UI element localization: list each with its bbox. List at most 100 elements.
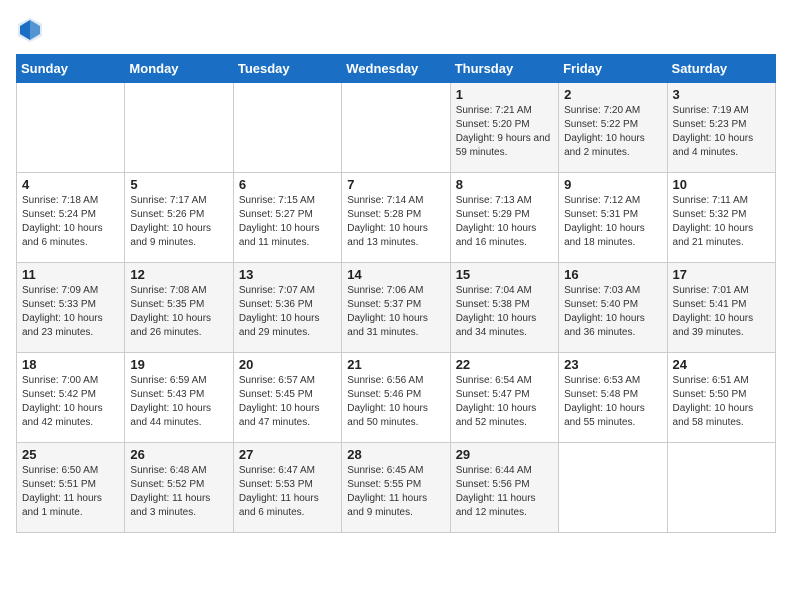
day-info: Sunrise: 7:20 AM Sunset: 5:22 PM Dayligh… bbox=[564, 104, 661, 160]
day-number: 7 bbox=[347, 177, 444, 192]
day-info: Sunrise: 7:07 AM Sunset: 5:36 PM Dayligh… bbox=[239, 284, 336, 340]
calendar-cell: 17 Sunrise: 7:01 AM Sunset: 5:41 PM Dayli… bbox=[667, 263, 775, 353]
day-number: 15 bbox=[456, 267, 553, 282]
day-number: 22 bbox=[456, 357, 553, 372]
calendar-cell: 7 Sunrise: 7:14 AM Sunset: 5:28 PM Daylig… bbox=[342, 173, 450, 263]
day-number: 16 bbox=[564, 267, 661, 282]
day-number: 25 bbox=[22, 447, 119, 462]
weekday-header-friday: Friday bbox=[559, 55, 667, 83]
day-info: Sunrise: 6:47 AM Sunset: 5:53 PM Dayligh… bbox=[239, 464, 336, 520]
calendar-cell: 15 Sunrise: 7:04 AM Sunset: 5:38 PM Dayli… bbox=[450, 263, 558, 353]
calendar-cell: 18 Sunrise: 7:00 AM Sunset: 5:42 PM Dayli… bbox=[17, 353, 125, 443]
day-info: Sunrise: 6:54 AM Sunset: 5:47 PM Dayligh… bbox=[456, 374, 553, 430]
weekday-header-wednesday: Wednesday bbox=[342, 55, 450, 83]
weekday-header-saturday: Saturday bbox=[667, 55, 775, 83]
day-number: 19 bbox=[130, 357, 227, 372]
calendar-week-2: 4 Sunrise: 7:18 AM Sunset: 5:24 PM Daylig… bbox=[17, 173, 776, 263]
day-info: Sunrise: 7:11 AM Sunset: 5:32 PM Dayligh… bbox=[673, 194, 770, 250]
calendar-cell: 2 Sunrise: 7:20 AM Sunset: 5:22 PM Daylig… bbox=[559, 83, 667, 173]
calendar-cell: 27 Sunrise: 6:47 AM Sunset: 5:53 PM Dayli… bbox=[233, 443, 341, 533]
calendar-cell bbox=[125, 83, 233, 173]
logo-icon bbox=[16, 16, 44, 44]
calendar-cell: 8 Sunrise: 7:13 AM Sunset: 5:29 PM Daylig… bbox=[450, 173, 558, 263]
day-number: 4 bbox=[22, 177, 119, 192]
day-number: 2 bbox=[564, 87, 661, 102]
day-info: Sunrise: 7:15 AM Sunset: 5:27 PM Dayligh… bbox=[239, 194, 336, 250]
day-info: Sunrise: 6:51 AM Sunset: 5:50 PM Dayligh… bbox=[673, 374, 770, 430]
weekday-header-tuesday: Tuesday bbox=[233, 55, 341, 83]
calendar-cell: 3 Sunrise: 7:19 AM Sunset: 5:23 PM Daylig… bbox=[667, 83, 775, 173]
calendar-week-1: 1 Sunrise: 7:21 AM Sunset: 5:20 PM Daylig… bbox=[17, 83, 776, 173]
day-number: 5 bbox=[130, 177, 227, 192]
day-number: 1 bbox=[456, 87, 553, 102]
calendar-week-4: 18 Sunrise: 7:00 AM Sunset: 5:42 PM Dayli… bbox=[17, 353, 776, 443]
day-info: Sunrise: 7:01 AM Sunset: 5:41 PM Dayligh… bbox=[673, 284, 770, 340]
day-number: 28 bbox=[347, 447, 444, 462]
calendar-week-3: 11Sunrise: 7:09 AM Sunset: 5:33 PM Dayli… bbox=[17, 263, 776, 353]
calendar-cell: 12 Sunrise: 7:08 AM Sunset: 5:35 PM Dayli… bbox=[125, 263, 233, 353]
day-number: 24 bbox=[673, 357, 770, 372]
day-info: Sunrise: 7:12 AM Sunset: 5:31 PM Dayligh… bbox=[564, 194, 661, 250]
logo bbox=[16, 16, 48, 44]
day-info: Sunrise: 7:09 AM Sunset: 5:33 PM Dayligh… bbox=[22, 284, 119, 340]
day-info: Sunrise: 6:56 AM Sunset: 5:46 PM Dayligh… bbox=[347, 374, 444, 430]
day-number: 3 bbox=[673, 87, 770, 102]
day-number: 17 bbox=[673, 267, 770, 282]
calendar-table: SundayMondayTuesdayWednesdayThursdayFrid… bbox=[16, 54, 776, 533]
calendar-cell: 9Sunrise: 7:12 AM Sunset: 5:31 PM Daylig… bbox=[559, 173, 667, 263]
day-info: Sunrise: 6:48 AM Sunset: 5:52 PM Dayligh… bbox=[130, 464, 227, 520]
day-info: Sunrise: 7:21 AM Sunset: 5:20 PM Dayligh… bbox=[456, 104, 553, 160]
day-info: Sunrise: 6:59 AM Sunset: 5:43 PM Dayligh… bbox=[130, 374, 227, 430]
calendar-cell: 23 Sunrise: 6:53 AM Sunset: 5:48 PM Dayli… bbox=[559, 353, 667, 443]
calendar-cell: 11Sunrise: 7:09 AM Sunset: 5:33 PM Dayli… bbox=[17, 263, 125, 353]
calendar-cell: 22 Sunrise: 6:54 AM Sunset: 5:47 PM Dayli… bbox=[450, 353, 558, 443]
day-info: Sunrise: 7:04 AM Sunset: 5:38 PM Dayligh… bbox=[456, 284, 553, 340]
calendar-cell: 29Sunrise: 6:44 AM Sunset: 5:56 PM Dayli… bbox=[450, 443, 558, 533]
calendar-cell: 14Sunrise: 7:06 AM Sunset: 5:37 PM Dayli… bbox=[342, 263, 450, 353]
day-info: Sunrise: 7:03 AM Sunset: 5:40 PM Dayligh… bbox=[564, 284, 661, 340]
calendar-cell: 13Sunrise: 7:07 AM Sunset: 5:36 PM Dayli… bbox=[233, 263, 341, 353]
day-info: Sunrise: 6:57 AM Sunset: 5:45 PM Dayligh… bbox=[239, 374, 336, 430]
calendar-body: 1 Sunrise: 7:21 AM Sunset: 5:20 PM Daylig… bbox=[17, 83, 776, 533]
day-number: 18 bbox=[22, 357, 119, 372]
day-number: 29 bbox=[456, 447, 553, 462]
calendar-cell bbox=[342, 83, 450, 173]
day-info: Sunrise: 6:53 AM Sunset: 5:48 PM Dayligh… bbox=[564, 374, 661, 430]
calendar-cell: 19 Sunrise: 6:59 AM Sunset: 5:43 PM Dayli… bbox=[125, 353, 233, 443]
day-number: 20 bbox=[239, 357, 336, 372]
calendar-week-5: 25 Sunrise: 6:50 AM Sunset: 5:51 PM Dayli… bbox=[17, 443, 776, 533]
weekday-header-sunday: Sunday bbox=[17, 55, 125, 83]
calendar-cell: 10Sunrise: 7:11 AM Sunset: 5:32 PM Dayli… bbox=[667, 173, 775, 263]
day-info: Sunrise: 7:13 AM Sunset: 5:29 PM Dayligh… bbox=[456, 194, 553, 250]
calendar-cell: 28Sunrise: 6:45 AM Sunset: 5:55 PM Dayli… bbox=[342, 443, 450, 533]
calendar-cell: 4 Sunrise: 7:18 AM Sunset: 5:24 PM Daylig… bbox=[17, 173, 125, 263]
day-number: 21 bbox=[347, 357, 444, 372]
day-info: Sunrise: 7:19 AM Sunset: 5:23 PM Dayligh… bbox=[673, 104, 770, 160]
calendar-cell: 26 Sunrise: 6:48 AM Sunset: 5:52 PM Dayli… bbox=[125, 443, 233, 533]
day-info: Sunrise: 7:17 AM Sunset: 5:26 PM Dayligh… bbox=[130, 194, 227, 250]
day-info: Sunrise: 7:00 AM Sunset: 5:42 PM Dayligh… bbox=[22, 374, 119, 430]
day-number: 6 bbox=[239, 177, 336, 192]
day-info: Sunrise: 6:50 AM Sunset: 5:51 PM Dayligh… bbox=[22, 464, 119, 520]
day-info: Sunrise: 7:14 AM Sunset: 5:28 PM Dayligh… bbox=[347, 194, 444, 250]
calendar-cell bbox=[17, 83, 125, 173]
day-number: 8 bbox=[456, 177, 553, 192]
weekday-header-monday: Monday bbox=[125, 55, 233, 83]
day-info: Sunrise: 7:08 AM Sunset: 5:35 PM Dayligh… bbox=[130, 284, 227, 340]
calendar-cell bbox=[233, 83, 341, 173]
day-number: 26 bbox=[130, 447, 227, 462]
day-number: 23 bbox=[564, 357, 661, 372]
calendar-cell: 24 Sunrise: 6:51 AM Sunset: 5:50 PM Dayli… bbox=[667, 353, 775, 443]
weekday-header-thursday: Thursday bbox=[450, 55, 558, 83]
calendar-cell: 1 Sunrise: 7:21 AM Sunset: 5:20 PM Daylig… bbox=[450, 83, 558, 173]
page-header bbox=[16, 16, 776, 44]
calendar-cell: 25 Sunrise: 6:50 AM Sunset: 5:51 PM Dayli… bbox=[17, 443, 125, 533]
day-info: Sunrise: 7:18 AM Sunset: 5:24 PM Dayligh… bbox=[22, 194, 119, 250]
day-number: 27 bbox=[239, 447, 336, 462]
calendar-cell: 21 Sunrise: 6:56 AM Sunset: 5:46 PM Dayli… bbox=[342, 353, 450, 443]
calendar-cell: 5 Sunrise: 7:17 AM Sunset: 5:26 PM Daylig… bbox=[125, 173, 233, 263]
day-number: 12 bbox=[130, 267, 227, 282]
calendar-cell bbox=[559, 443, 667, 533]
day-number: 14 bbox=[347, 267, 444, 282]
weekday-header-row: SundayMondayTuesdayWednesdayThursdayFrid… bbox=[17, 55, 776, 83]
